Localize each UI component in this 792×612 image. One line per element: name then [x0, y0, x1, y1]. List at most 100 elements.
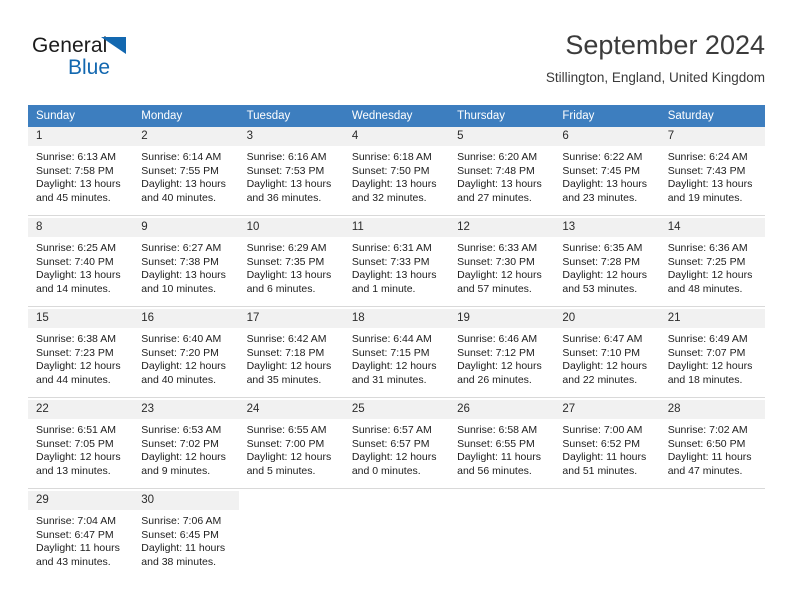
- calendar-empty-cell: [449, 491, 554, 579]
- day-details: Sunrise: 6:44 AM Sunset: 7:15 PM Daylight:…: [344, 328, 449, 387]
- day-number: 16: [133, 309, 239, 328]
- daylight-text-line2: and 45 minutes.: [36, 191, 111, 204]
- column-header-wednesday: Wednesday: [343, 105, 450, 127]
- sunset-text: Sunset: 7:15 PM: [351, 346, 430, 359]
- day-details: Sunrise: 6:24 AM Sunset: 7:43 PM Daylight:…: [660, 146, 765, 205]
- calendar-day-cell[interactable]: 4 Sunrise: 6:18 AM Sunset: 7:50 PM Daylight…: [343, 127, 450, 216]
- calendar-day-cell[interactable]: 27 Sunrise: 7:00 AM Sunset: 6:52 PM Dayligh…: [554, 400, 660, 489]
- logo-text-general: General: [32, 34, 108, 57]
- calendar-day-cell[interactable]: 17 Sunrise: 6:42 AM Sunset: 7:18 PM Dayligh…: [238, 309, 344, 398]
- sunset-text: Sunset: 7:12 PM: [457, 346, 535, 359]
- sunset-text: Sunset: 7:53 PM: [246, 164, 325, 177]
- day-details: Sunrise: 6:51 AM Sunset: 7:05 PM Daylight:…: [28, 419, 133, 478]
- daylight-text-line2: and 35 minutes.: [246, 373, 322, 386]
- daylight-text-line1: Daylight: 13 hours: [667, 178, 753, 191]
- day-number: 13: [554, 218, 660, 237]
- day-cell-inner: 9 Sunrise: 6:27 AM Sunset: 7:38 PM Daylight…: [133, 218, 239, 306]
- daylight-text-line1: Daylight: 13 hours: [141, 178, 226, 191]
- calendar-day-cell[interactable]: 11 Sunrise: 6:31 AM Sunset: 7:33 PM Dayligh…: [343, 218, 450, 307]
- calendar-day-cell[interactable]: 28 Sunrise: 7:02 AM Sunset: 6:50 PM Dayligh…: [659, 400, 765, 489]
- sunset-text: Sunset: 7:33 PM: [351, 255, 430, 268]
- calendar-day-cell[interactable]: 25 Sunrise: 6:57 AM Sunset: 6:57 PM Dayligh…: [343, 400, 450, 489]
- sunrise-text: Sunrise: 6:40 AM: [141, 333, 222, 345]
- daylight-text-line1: Daylight: 12 hours: [351, 360, 437, 373]
- calendar-week-row: 15 Sunrise: 6:38 AM Sunset: 7:23 PM Dayligh…: [28, 309, 765, 398]
- day-details: Sunrise: 6:16 AM Sunset: 7:53 PM Daylight:…: [239, 146, 344, 205]
- calendar-day-cell[interactable]: 5 Sunrise: 6:20 AM Sunset: 7:48 PM Daylight…: [449, 127, 555, 216]
- day-number: 12: [449, 218, 555, 237]
- day-details: Sunrise: 6:57 AM Sunset: 6:57 PM Daylight:…: [344, 419, 449, 478]
- day-number: 22: [28, 400, 134, 419]
- column-header-friday: Friday: [554, 105, 660, 127]
- day-number: 25: [343, 400, 450, 419]
- day-number: [344, 491, 449, 510]
- sunrise-text: Sunrise: 6:25 AM: [36, 242, 116, 254]
- day-number: 2: [133, 127, 239, 146]
- calendar-day-cell[interactable]: 24 Sunrise: 6:55 AM Sunset: 7:00 PM Dayligh…: [238, 400, 344, 489]
- daylight-text-line2: and 0 minutes.: [351, 464, 421, 477]
- calendar-day-cell[interactable]: 7 Sunrise: 6:24 AM Sunset: 7:43 PM Daylight…: [659, 127, 765, 216]
- calendar-day-cell[interactable]: 26 Sunrise: 6:58 AM Sunset: 6:55 PM Dayligh…: [449, 400, 555, 489]
- daylight-text-line1: Daylight: 12 hours: [351, 451, 437, 464]
- day-cell-inner: 29 Sunrise: 7:04 AM Sunset: 6:47 PM Dayligh…: [28, 491, 134, 579]
- daylight-text-line2: and 47 minutes.: [667, 464, 743, 477]
- calendar-day-cell[interactable]: 12 Sunrise: 6:33 AM Sunset: 7:30 PM Dayligh…: [449, 218, 555, 307]
- daylight-text-line2: and 40 minutes.: [141, 373, 216, 386]
- day-cell-inner: 6 Sunrise: 6:22 AM Sunset: 7:45 PM Daylight…: [554, 127, 660, 215]
- sunrise-text: Sunrise: 6:51 AM: [36, 424, 116, 436]
- sunrise-text: Sunrise: 6:24 AM: [667, 151, 748, 163]
- calendar-day-cell[interactable]: 2 Sunrise: 6:14 AM Sunset: 7:55 PM Daylight…: [133, 127, 239, 216]
- daylight-text-line1: Daylight: 11 hours: [667, 451, 752, 464]
- calendar-body: 1 Sunrise: 6:13 AM Sunset: 7:58 PM Daylight…: [28, 127, 765, 579]
- daylight-text-line2: and 56 minutes.: [457, 464, 532, 477]
- sunset-text: Sunset: 7:58 PM: [36, 164, 114, 177]
- calendar-day-cell[interactable]: 21 Sunrise: 6:49 AM Sunset: 7:07 PM Dayligh…: [659, 309, 765, 398]
- calendar-day-cell[interactable]: 10 Sunrise: 6:29 AM Sunset: 7:35 PM Dayligh…: [238, 218, 344, 307]
- daylight-text-line1: Daylight: 12 hours: [457, 360, 542, 373]
- day-cell-inner: [239, 491, 344, 579]
- calendar-day-cell[interactable]: 16 Sunrise: 6:40 AM Sunset: 7:20 PM Dayligh…: [133, 309, 239, 398]
- day-cell-inner: 30 Sunrise: 7:06 AM Sunset: 6:45 PM Dayligh…: [133, 491, 239, 579]
- daylight-text-line1: Daylight: 12 hours: [667, 269, 753, 282]
- calendar-day-cell[interactable]: 20 Sunrise: 6:47 AM Sunset: 7:10 PM Dayligh…: [554, 309, 660, 398]
- daylight-text-line1: Daylight: 13 hours: [141, 269, 226, 282]
- calendar-week-row: 22 Sunrise: 6:51 AM Sunset: 7:05 PM Dayligh…: [28, 400, 765, 489]
- calendar-day-cell[interactable]: 23 Sunrise: 6:53 AM Sunset: 7:02 PM Dayligh…: [133, 400, 239, 489]
- day-cell-inner: [449, 491, 554, 579]
- sunset-text: Sunset: 7:43 PM: [667, 164, 746, 177]
- daylight-text-line2: and 36 minutes.: [246, 191, 322, 204]
- daylight-text-line1: Daylight: 13 hours: [562, 178, 648, 191]
- day-details: [239, 510, 344, 515]
- calendar-empty-cell: [554, 491, 659, 579]
- calendar-day-cell[interactable]: 30 Sunrise: 7:06 AM Sunset: 6:45 PM Dayligh…: [133, 491, 239, 579]
- sunset-text: Sunset: 7:18 PM: [246, 346, 325, 359]
- calendar-day-cell[interactable]: 19 Sunrise: 6:46 AM Sunset: 7:12 PM Dayligh…: [449, 309, 555, 398]
- day-details: Sunrise: 6:13 AM Sunset: 7:58 PM Daylight:…: [28, 146, 133, 205]
- daylight-text-line1: Daylight: 12 hours: [36, 360, 121, 373]
- day-details: Sunrise: 6:31 AM Sunset: 7:33 PM Daylight:…: [344, 237, 449, 296]
- day-number: 18: [343, 309, 450, 328]
- calendar-day-cell[interactable]: 6 Sunrise: 6:22 AM Sunset: 7:45 PM Daylight…: [554, 127, 660, 216]
- sunset-text: Sunset: 6:52 PM: [562, 437, 641, 450]
- calendar-page: General Blue September 2024 Stillington,…: [0, 0, 792, 612]
- day-details: Sunrise: 6:42 AM Sunset: 7:18 PM Daylight:…: [239, 328, 344, 387]
- calendar-day-cell[interactable]: 8 Sunrise: 6:25 AM Sunset: 7:40 PM Daylight…: [28, 218, 134, 307]
- daylight-text-line1: Daylight: 12 hours: [562, 269, 648, 282]
- calendar-day-cell[interactable]: 22 Sunrise: 6:51 AM Sunset: 7:05 PM Dayligh…: [28, 400, 134, 489]
- day-number: [449, 491, 554, 510]
- calendar-day-cell[interactable]: 13 Sunrise: 6:35 AM Sunset: 7:28 PM Dayligh…: [554, 218, 660, 307]
- calendar-day-cell[interactable]: 15 Sunrise: 6:38 AM Sunset: 7:23 PM Dayligh…: [28, 309, 134, 398]
- day-details: Sunrise: 6:53 AM Sunset: 7:02 PM Daylight:…: [133, 419, 238, 478]
- day-cell-inner: 12 Sunrise: 6:33 AM Sunset: 7:30 PM Dayligh…: [449, 218, 555, 306]
- sunrise-text: Sunrise: 6:14 AM: [141, 151, 222, 163]
- day-number: 29: [28, 491, 134, 510]
- calendar-day-cell[interactable]: 14 Sunrise: 6:36 AM Sunset: 7:25 PM Dayligh…: [659, 218, 765, 307]
- calendar-day-cell[interactable]: 18 Sunrise: 6:44 AM Sunset: 7:15 PM Dayligh…: [343, 309, 450, 398]
- calendar-day-cell[interactable]: 1 Sunrise: 6:13 AM Sunset: 7:58 PM Daylight…: [28, 127, 134, 216]
- calendar-day-cell[interactable]: 9 Sunrise: 6:27 AM Sunset: 7:38 PM Daylight…: [133, 218, 239, 307]
- calendar-day-cell[interactable]: 29 Sunrise: 7:04 AM Sunset: 6:47 PM Dayligh…: [28, 491, 134, 579]
- day-cell-inner: 8 Sunrise: 6:25 AM Sunset: 7:40 PM Daylight…: [28, 218, 134, 306]
- sunset-text: Sunset: 7:25 PM: [667, 255, 746, 268]
- day-details: [660, 510, 765, 515]
- calendar-day-cell[interactable]: 3 Sunrise: 6:16 AM Sunset: 7:53 PM Daylight…: [238, 127, 344, 216]
